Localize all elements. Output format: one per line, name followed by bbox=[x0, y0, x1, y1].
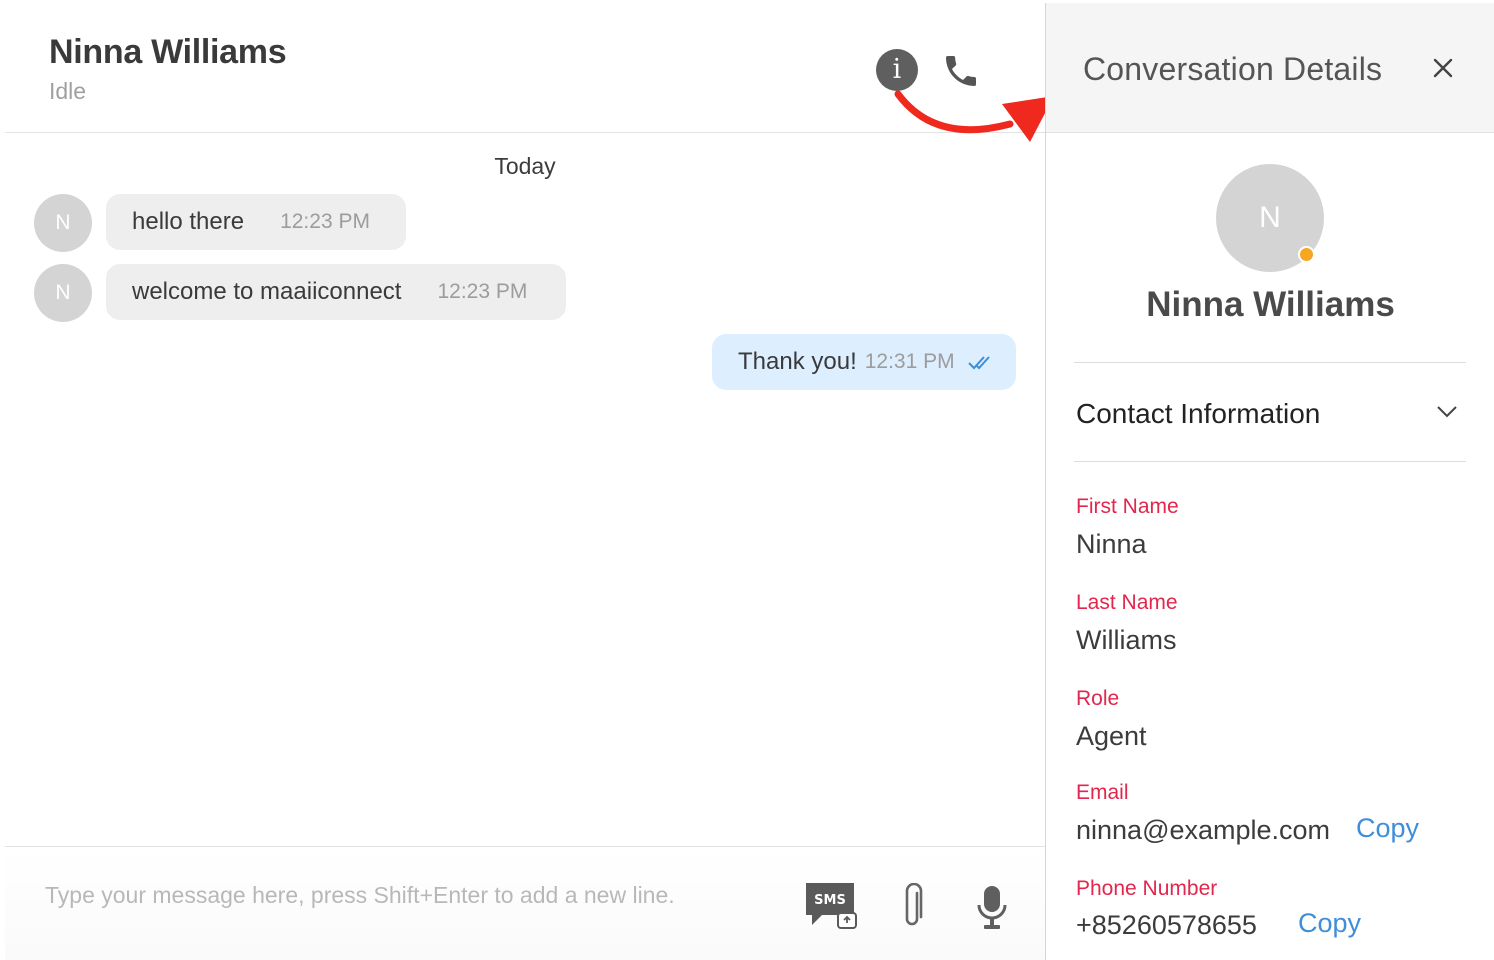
message-composer: SMS bbox=[5, 846, 1045, 960]
last-name-label: Last Name bbox=[1076, 591, 1178, 614]
double-check-icon bbox=[967, 356, 990, 370]
first-name-label: First Name bbox=[1076, 495, 1179, 518]
details-header: Conversation Details bbox=[1046, 3, 1494, 133]
phone-value: +85260578655 bbox=[1076, 910, 1257, 940]
chevron-down-icon bbox=[1437, 406, 1457, 418]
message-input[interactable] bbox=[45, 875, 765, 915]
phone-label: Phone Number bbox=[1076, 877, 1218, 900]
divider bbox=[1074, 461, 1466, 462]
phone-icon[interactable] bbox=[941, 51, 981, 91]
contact-name: Ninna Williams bbox=[1146, 285, 1395, 324]
chat-contact-status: Idle bbox=[49, 78, 87, 104]
role-label: Role bbox=[1076, 687, 1120, 710]
message-time: 12:23 PM bbox=[280, 210, 370, 233]
email-label: Email bbox=[1076, 781, 1129, 804]
conversation-details-panel: Conversation Details N Ninna Williams Co… bbox=[1045, 3, 1494, 960]
section-title: Contact Information bbox=[1076, 398, 1321, 429]
presence-indicator bbox=[1298, 246, 1315, 263]
chat-contact-name: Ninna Williams bbox=[49, 33, 287, 71]
contact-information-toggle[interactable]: Contact Information bbox=[1074, 365, 1466, 461]
message-bubble-outgoing: Thank you! 12:31 PM bbox=[712, 334, 1016, 390]
message-bubble-incoming: welcome to maaiiconnect 12:23 PM bbox=[106, 264, 566, 320]
avatar: N bbox=[34, 194, 92, 252]
chat-header: Ninna Williams Idle i bbox=[5, 3, 1045, 133]
info-icon[interactable]: i bbox=[876, 49, 918, 91]
divider bbox=[1074, 362, 1466, 363]
message-time: 12:23 PM bbox=[437, 280, 528, 303]
close-icon[interactable] bbox=[1430, 55, 1456, 81]
message-text: hello there bbox=[132, 208, 245, 235]
message-text: welcome to maaiiconnect bbox=[132, 278, 402, 305]
paperclip-icon[interactable] bbox=[898, 883, 928, 931]
message-time: 12:31 PM bbox=[864, 350, 955, 373]
last-name-value: Williams bbox=[1076, 625, 1177, 655]
sms-icon-text: SMS bbox=[814, 893, 846, 908]
sms-lock-icon[interactable]: SMS bbox=[804, 881, 860, 931]
message-bubble-incoming: hello there 12:23 PM bbox=[106, 194, 406, 250]
details-title: Conversation Details bbox=[1083, 51, 1383, 87]
message-text: Thank you! bbox=[738, 348, 857, 375]
copy-phone-link[interactable]: Copy bbox=[1298, 908, 1361, 939]
role-value: Agent bbox=[1076, 721, 1147, 751]
email-value: ninna@example.com bbox=[1076, 815, 1331, 845]
copy-email-link[interactable]: Copy bbox=[1356, 813, 1419, 844]
avatar: N bbox=[34, 264, 92, 322]
microphone-icon[interactable] bbox=[975, 883, 1009, 931]
day-separator: Today bbox=[494, 153, 556, 179]
chat-pane: Ninna Williams Idle i Today N hello ther… bbox=[5, 3, 1045, 960]
first-name-value: Ninna bbox=[1076, 529, 1147, 559]
